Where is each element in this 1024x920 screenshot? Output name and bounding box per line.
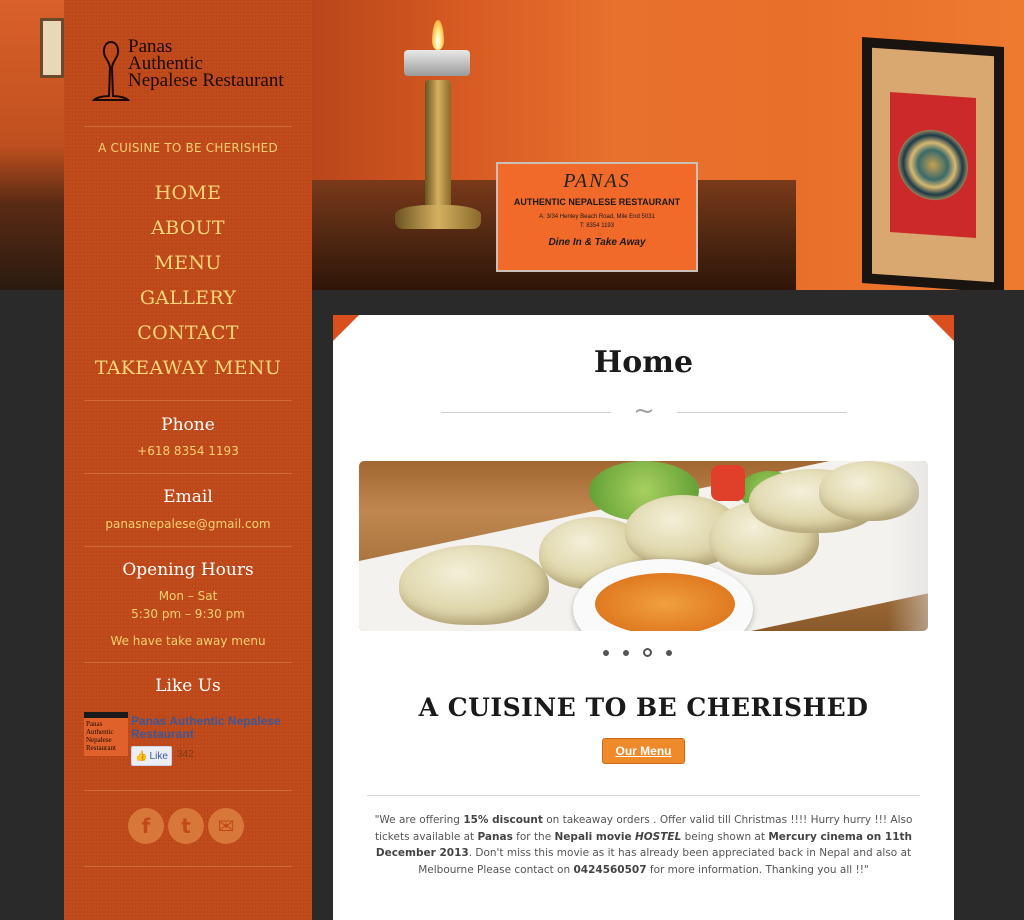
table-card-subtitle: AUTHENTIC NEPALESE RESTAURANT [513,197,681,207]
nav-item-home[interactable]: HOME [64,180,312,215]
table-card: PANAS AUTHENTIC NEPALESE RESTAURANT A: 3… [496,162,698,272]
sauce-image [595,573,735,631]
momo-dumpling-image [399,545,549,625]
thumbs-up-icon: 👍 [135,750,148,762]
divider [84,546,292,547]
hours-times: 5:30 pm – 9:30 pm [131,607,245,621]
candle-stand-image [425,80,451,220]
nav-item-gallery[interactable]: GALLERY [64,285,312,320]
logo[interactable]: Panas Authentic Nepalese Restaurant [92,36,302,108]
title-divider: ~ [441,396,847,426]
corner-ribbon-left [333,315,359,341]
phone-heading: Phone [161,415,215,435]
table-card-name: PANAS [563,170,631,192]
facebook-icon[interactable]: f [128,808,164,844]
table-card-tagline: Dine In & Take Away [548,237,646,248]
nav-item-menu[interactable]: MENU [64,250,312,285]
social-icons: f t ✉ [128,808,244,844]
facebook-like-box: Panas Authentic Nepalese Restaurant Pana… [84,712,294,772]
slider-dot[interactable] [666,649,672,656]
nav-item-contact[interactable]: CONTACT [64,320,312,355]
nav-item-takeaway-menu[interactable]: TAKEAWAY MENU [64,355,312,390]
cuisine-headline: A CUISINE TO BE CHERISHED [418,693,869,722]
email-heading: Email [163,487,213,507]
divider [84,866,292,867]
divider [84,790,292,791]
candle-stand-base [395,205,481,229]
corner-ribbon-right [928,315,954,341]
table-card-address: A: 3/34 Henley Beach Road, Mile End 5031… [539,214,655,229]
sidebar-tagline: A CUISINE TO BE CHERISHED [98,141,278,155]
spoon-logo-icon [92,40,130,101]
wall-frame-image [40,18,64,78]
slider-dot[interactable] [603,649,609,656]
our-menu-button[interactable]: Our Menu [602,738,685,764]
facebook-like-count: 342 [177,749,194,760]
divider [367,795,920,796]
slider-dot-active[interactable] [643,648,652,657]
divider [84,473,292,474]
sidebar: Panas Authentic Nepalese Restaurant A CU… [64,0,312,920]
twitter-icon[interactable]: t [168,808,204,844]
page-title: Home [593,345,694,380]
divider [84,126,292,127]
main-nav: HOME ABOUT MENU GALLERY CONTACT TAKEAWAY… [64,180,312,390]
main-content: Home ~ A CUISINE TO BE CHERISHED Our Men… [333,315,954,920]
swirl-ornament-icon: ~ [633,396,655,426]
announcement-text: "We are offering 15% discount on takeawa… [374,814,913,876]
facebook-like-button[interactable]: 👍 Like [131,746,172,766]
hours-days: Mon – Sat [158,589,218,603]
nav-item-about[interactable]: ABOUT [64,215,312,250]
slider-pagination [603,648,672,657]
image-slider[interactable] [359,461,928,631]
facebook-page-name[interactable]: Panas Authentic Nepalese Restaurant [131,715,291,741]
slider-dot[interactable] [623,649,629,656]
candle-image [404,50,470,76]
divider [84,662,292,663]
like-us-heading: Like Us [155,676,221,696]
hours-heading: Opening Hours [122,560,254,580]
phone-number[interactable]: +618 8354 1193 [64,444,312,458]
flame-image [432,20,444,50]
logo-text: Panas Authentic Nepalese Restaurant [128,36,284,91]
divider [84,400,292,401]
mandala-painting [862,37,1004,290]
email-address[interactable]: panasnepalese@gmail.com [64,517,312,531]
takeaway-note: We have take away menu [110,634,266,648]
email-icon[interactable]: ✉ [208,808,244,844]
facebook-page-thumbnail[interactable]: Panas Authentic Nepalese Restaurant [84,712,128,756]
